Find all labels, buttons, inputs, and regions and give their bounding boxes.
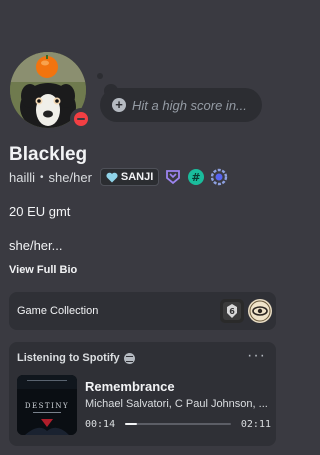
clan-tag[interactable]: SANJI — [99, 168, 160, 186]
custom-status-bubble[interactable]: + Hit a high score in... — [100, 88, 262, 122]
view-full-bio-link[interactable]: View Full Bio — [9, 264, 77, 276]
track-title[interactable]: Remembrance — [85, 379, 175, 394]
heart-icon — [106, 172, 118, 182]
add-icon: + — [112, 98, 126, 112]
rainbow-six-icon[interactable]: 6 — [220, 299, 244, 323]
svg-text:6: 6 — [229, 307, 235, 316]
eye-emblem-icon[interactable] — [248, 299, 272, 323]
identity-row: hailli • she/her SANJI # — [9, 167, 228, 187]
clan-tag-label: SANJI — [120, 171, 154, 183]
game-collection-label: Game Collection — [17, 305, 99, 317]
track-duration: 02:11 — [240, 418, 271, 430]
separator: • — [40, 171, 44, 183]
progress-bar — [125, 423, 231, 425]
bubble-tail-dot — [97, 73, 103, 79]
playback-progress: 00:14 02:11 — [85, 417, 271, 431]
spotify-icon — [123, 352, 135, 364]
progress-bar-fill — [125, 423, 137, 425]
do-not-disturb-icon — [74, 112, 88, 126]
username[interactable]: hailli — [9, 170, 35, 185]
album-art[interactable]: DESTINY — [17, 375, 77, 435]
elapsed-time: 00:14 — [85, 418, 116, 430]
pronouns: she/her — [48, 169, 92, 185]
spotify-activity-card[interactable]: Listening to Spotify ··· DESTINY Remembr… — [9, 342, 276, 446]
quest-badge-icon[interactable] — [210, 168, 228, 186]
hypesquad-icon[interactable] — [164, 168, 182, 186]
bio-preview: she/her... — [9, 238, 63, 253]
display-name: Blackleg — [9, 144, 88, 165]
spotify-header: Listening to Spotify — [17, 352, 135, 364]
custom-status-placeholder: Hit a high score in... — [132, 97, 247, 113]
more-options-icon[interactable]: ··· — [247, 347, 266, 365]
svg-text:#: # — [192, 171, 201, 184]
status-indicator — [70, 108, 92, 130]
spotify-header-label: Listening to Spotify — [17, 352, 120, 364]
track-artists[interactable]: Michael Salvatori, C Paul Johnson, ... — [85, 398, 269, 410]
album-title: DESTINY — [25, 402, 69, 410]
avatar-container[interactable] — [6, 48, 92, 132]
about-me: 20 EU gmt — [9, 204, 71, 219]
game-collection-card[interactable]: Game Collection 6 — [9, 292, 276, 330]
hashtag-badge-icon[interactable]: # — [187, 168, 205, 186]
